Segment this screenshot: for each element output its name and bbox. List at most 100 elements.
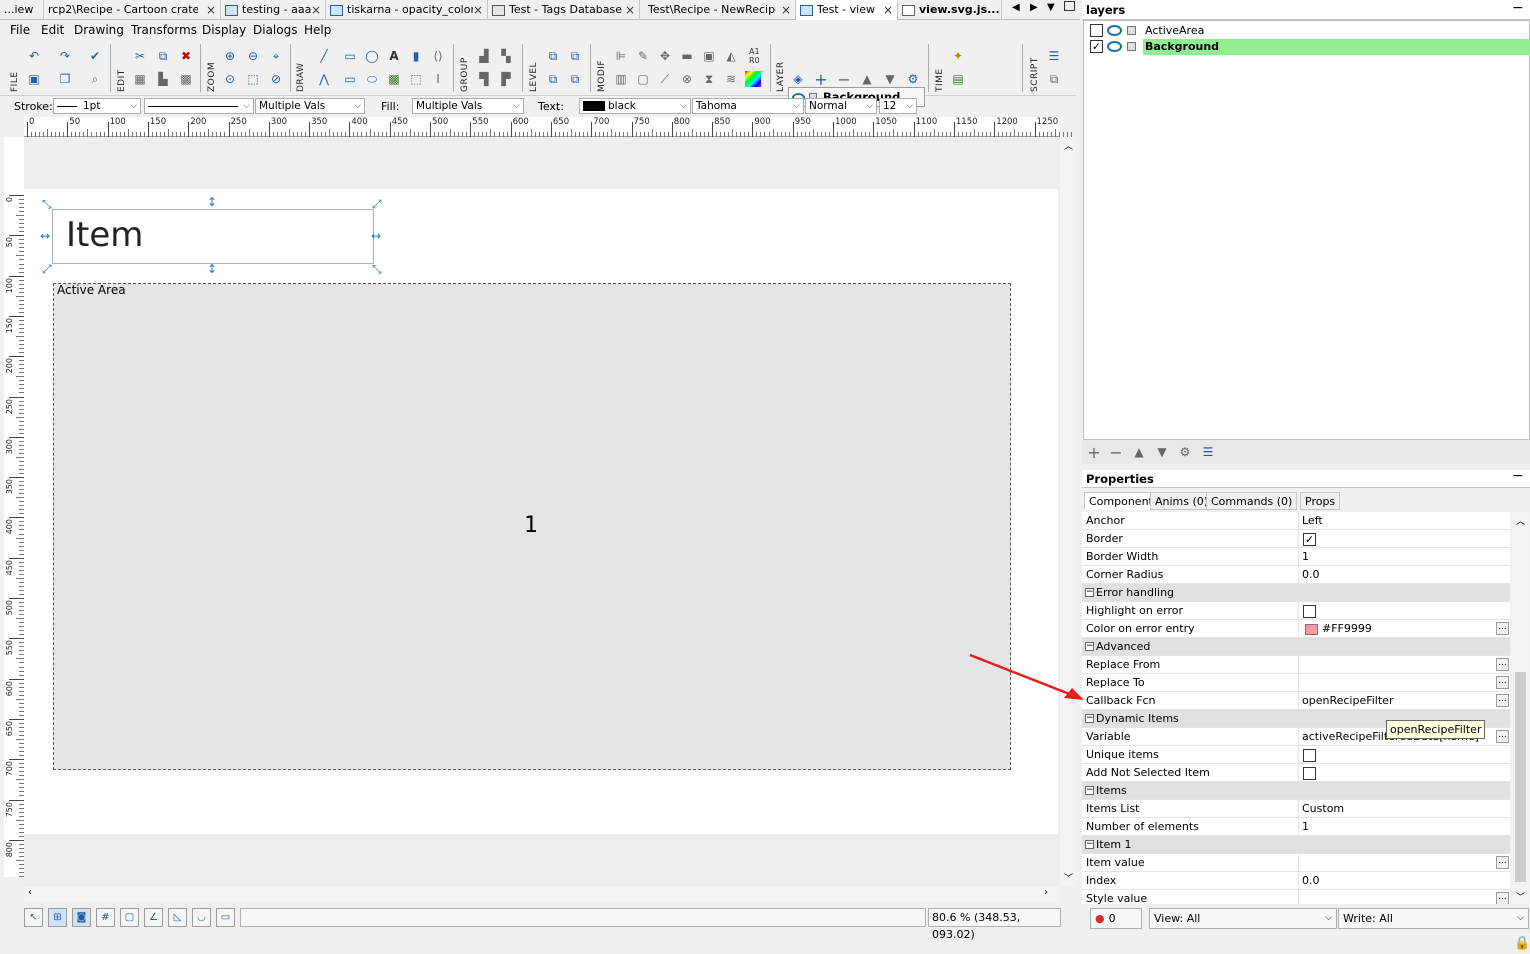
menu-file[interactable]: File: [10, 20, 30, 40]
ellipsis-button[interactable]: ...: [1496, 730, 1509, 743]
tab-component[interactable]: Component: [1084, 492, 1158, 510]
font-select[interactable]: Tahoma ⌵: [692, 98, 804, 114]
pointer-icon[interactable]: ↖: [24, 908, 43, 927]
property-row[interactable]: − Item 1: [1082, 836, 1510, 854]
scroll-up-icon[interactable]: ︿: [1064, 139, 1073, 152]
tab-1[interactable]: rcp2\Recipe - Cartoon crates ×: [44, 0, 221, 20]
align-left-icon[interactable]: ⊫: [613, 48, 629, 64]
layer-up-icon[interactable]: ▲: [1131, 444, 1147, 460]
close-icon[interactable]: ×: [625, 0, 635, 20]
code-tool-icon[interactable]: ⟨⟩: [430, 48, 446, 64]
merge-icon[interactable]: ▣: [701, 48, 717, 64]
group-exit-icon[interactable]: ▛: [498, 71, 514, 87]
property-value[interactable]: [1298, 602, 1510, 620]
property-row[interactable]: Items List Custom: [1082, 800, 1510, 818]
zoom-fit-icon[interactable]: ⌖: [268, 48, 284, 64]
property-value[interactable]: Custom: [1298, 800, 1510, 818]
property-row[interactable]: − Advanced: [1082, 638, 1510, 656]
scroll-right-icon[interactable]: ▶: [1030, 2, 1038, 13]
combine-icon[interactable]: ⊗: [679, 71, 695, 87]
scroll-down-icon[interactable]: ﹀: [1064, 871, 1073, 884]
lock-icon[interactable]: [1127, 42, 1136, 51]
stroke-values-select[interactable]: Multiple Vals ⌵: [255, 98, 365, 114]
fill-select[interactable]: Multiple Vals ⌵: [412, 98, 524, 114]
add-layer-icon[interactable]: +: [1086, 443, 1102, 462]
layer-settings-icon[interactable]: ⚙: [1177, 444, 1193, 460]
layer-row-background[interactable]: ✓ Background: [1084, 39, 1530, 55]
property-checkbox[interactable]: ✓: [1303, 533, 1316, 546]
property-row[interactable]: Border Width 1: [1082, 548, 1510, 566]
layer-visible-checkbox[interactable]: ✓: [1090, 40, 1103, 53]
layer-down-icon[interactable]: ▼: [1154, 444, 1170, 460]
script-list-icon[interactable]: ⧉: [1046, 71, 1062, 87]
property-row[interactable]: Replace To...: [1082, 674, 1510, 692]
layer-properties-icon[interactable]: ◈: [790, 71, 806, 87]
cut-icon[interactable]: ✂: [132, 48, 148, 64]
ellipsis-button[interactable]: ...: [1496, 676, 1509, 689]
edit-icon[interactable]: ✎: [635, 48, 651, 64]
raise-top-icon[interactable]: ⧉: [567, 48, 583, 64]
image-tool-icon[interactable]: ▩: [386, 71, 402, 87]
font-size-select[interactable]: 12 ⌵: [879, 98, 917, 114]
angle-icon[interactable]: ∠: [144, 908, 163, 927]
menu-dialogs[interactable]: Dialogs: [253, 20, 297, 40]
property-row[interactable]: − Error handling: [1082, 584, 1510, 602]
frame-icon[interactable]: ▢: [120, 908, 139, 927]
collapse-icon[interactable]: −: [1085, 786, 1094, 795]
lower-bottom-icon[interactable]: ⧉: [567, 71, 583, 87]
group-icon[interactable]: ▟: [476, 48, 492, 64]
menu-display[interactable]: Display: [202, 20, 246, 40]
grid-icon[interactable]: #: [96, 908, 115, 927]
zoom-in-icon[interactable]: ⊕: [222, 48, 238, 64]
redo-icon[interactable]: ↷: [57, 48, 73, 64]
layer-visible-checkbox[interactable]: [1090, 24, 1103, 37]
copy-icon[interactable]: ⧉: [155, 48, 171, 64]
property-value[interactable]: 1: [1298, 548, 1510, 566]
property-row[interactable]: Replace From...: [1082, 656, 1510, 674]
property-row[interactable]: Color on error entry #FF9999...: [1082, 620, 1510, 638]
distribute-icon[interactable]: ▥: [613, 71, 629, 87]
size-icon[interactable]: ▢: [635, 71, 651, 87]
save-all-icon[interactable]: ❐: [57, 71, 73, 87]
property-row[interactable]: Add Not Selected Item: [1082, 764, 1510, 782]
tab-5[interactable]: Test\Recipe - NewRecipe ×: [640, 0, 796, 20]
delete-icon[interactable]: ✖: [178, 48, 194, 64]
property-row[interactable]: Index 0.0: [1082, 872, 1510, 890]
property-value[interactable]: 0.0: [1298, 566, 1510, 584]
zoom-out-icon[interactable]: ⊖: [245, 48, 261, 64]
ungroup-icon[interactable]: ▚: [498, 48, 514, 64]
rounded-rect-tool-icon[interactable]: ▭: [342, 71, 358, 87]
resize-handle-w-icon[interactable]: ↔: [40, 230, 50, 242]
property-value[interactable]: openRecipeFilter...: [1298, 692, 1510, 710]
property-value[interactable]: 0.0: [1298, 872, 1510, 890]
property-value[interactable]: ...: [1298, 656, 1510, 674]
resize-handle-s-icon[interactable]: ↕: [207, 263, 217, 275]
clipboard-icon[interactable]: ▩: [178, 71, 194, 87]
move-icon[interactable]: ✥: [657, 48, 673, 64]
menu-transforms[interactable]: Transforms: [131, 20, 197, 40]
eye-icon[interactable]: [1107, 41, 1122, 52]
shape-icon[interactable]: ◡: [192, 908, 211, 927]
view-permission-select[interactable]: View: All ⌵: [1149, 908, 1337, 929]
remove-layer-icon[interactable]: −: [836, 70, 852, 89]
paste-special-icon[interactable]: ▙: [155, 71, 171, 87]
close-icon[interactable]: ×: [473, 0, 483, 20]
raise-icon[interactable]: ⧉: [545, 48, 561, 64]
write-permission-select[interactable]: Write: All ⌵: [1338, 908, 1529, 929]
close-icon[interactable]: ×: [206, 0, 216, 20]
frame-tool-icon[interactable]: ⬚: [408, 71, 424, 87]
property-checkbox[interactable]: [1303, 767, 1316, 780]
snap-object-icon[interactable]: ◙: [72, 908, 91, 927]
property-row[interactable]: Number of elements 1: [1082, 818, 1510, 836]
ellipsis-button[interactable]: ...: [1496, 658, 1509, 671]
stroke-style-select[interactable]: ⌵: [144, 98, 254, 114]
properties-scrollbar[interactable]: ︿ ﹀: [1512, 512, 1529, 904]
property-value[interactable]: [1298, 746, 1510, 764]
tab-7[interactable]: view.svg.js...: [898, 0, 1002, 20]
tab-props[interactable]: Props: [1300, 492, 1341, 510]
property-value[interactable]: #FF9999...: [1298, 620, 1510, 638]
resize-handle-nw-icon[interactable]: ⤡: [42, 198, 52, 210]
close-icon[interactable]: ×: [883, 0, 893, 20]
tab-anims[interactable]: Anims (0): [1150, 492, 1214, 510]
property-row[interactable]: Unique items: [1082, 746, 1510, 764]
